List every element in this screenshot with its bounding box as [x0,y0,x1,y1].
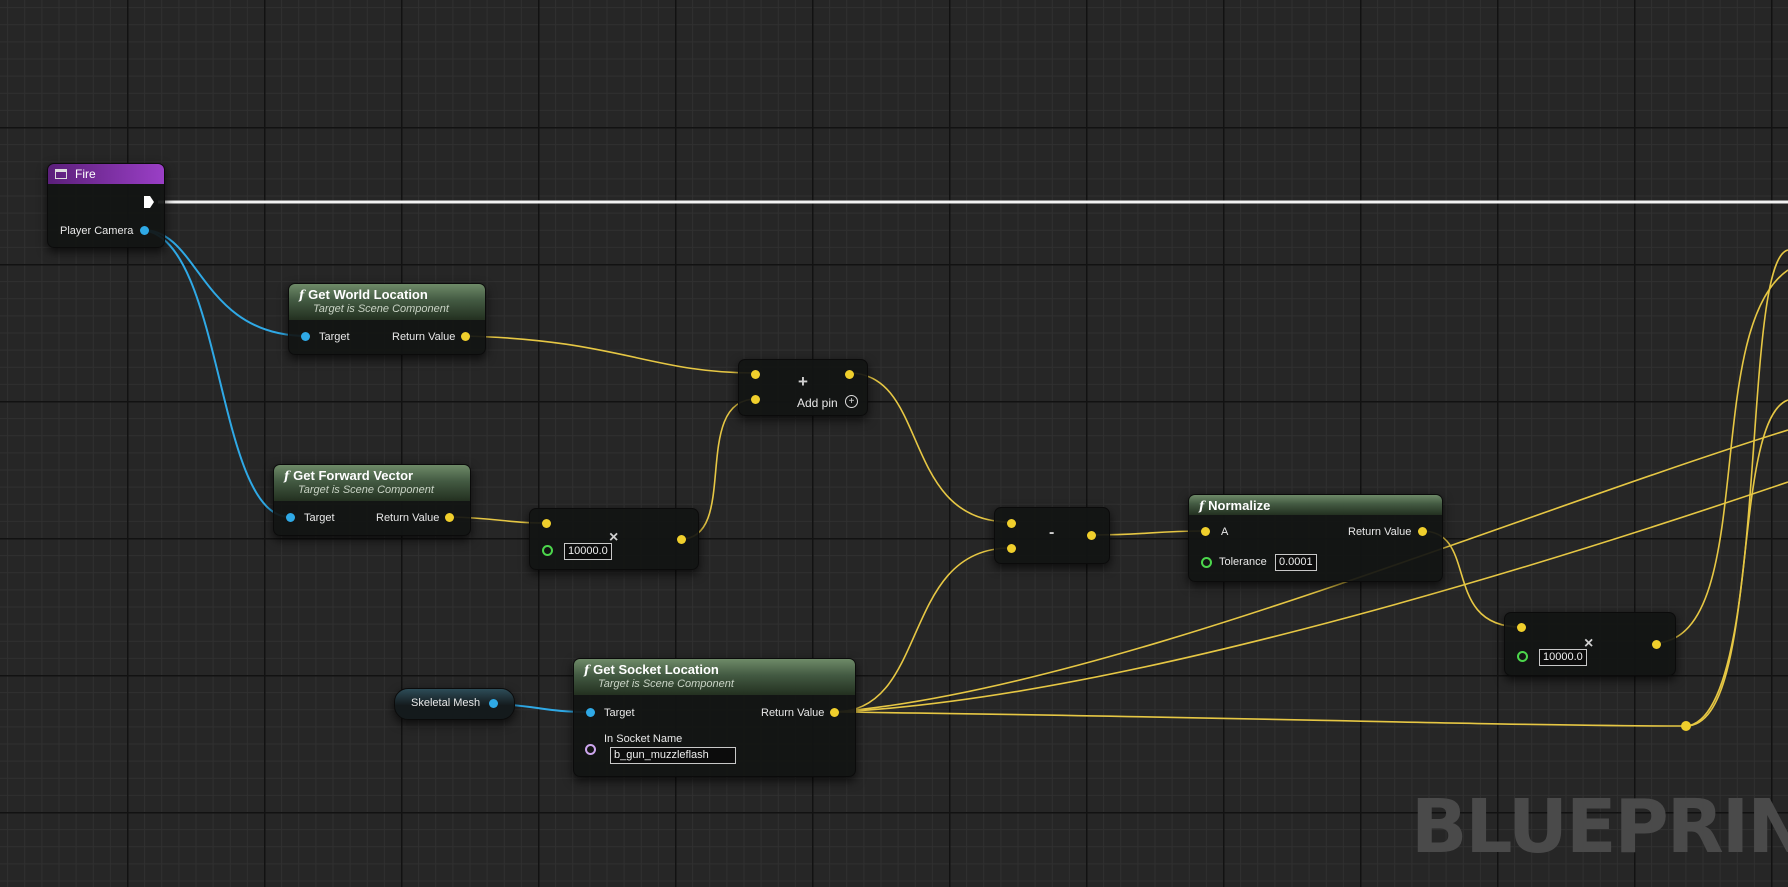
node-subtitle: Target is Scene Component [598,678,734,690]
node-title: Get World Location [308,287,428,302]
subtract-in-b-pin[interactable] [1007,544,1016,553]
node-title: Get Forward Vector [293,468,414,483]
get-socket-location-node[interactable]: f Get Socket Location Target is Scene Com… [573,658,856,777]
wire-world-location-to-add [464,335,756,374]
node-header: f Get Forward Vector Target is Scene Comp… [274,465,470,501]
add-symbol: + [798,372,808,391]
player-camera-label: Player Camera [60,225,134,237]
multiply-node[interactable]: × 10000.0 [529,508,699,570]
return-value-pin[interactable] [1418,527,1427,536]
return-value-pin[interactable] [445,513,454,522]
socket-name-label: In Socket Name [604,733,683,745]
target-label: Target [319,331,350,343]
wire-layer [142,200,1788,731]
multiplier-value-field[interactable]: 10000.0 [564,543,612,560]
node-title: Get Socket Location [593,662,719,677]
float-in-pin[interactable] [542,545,553,556]
target-label: Target [604,707,635,719]
subtract-node[interactable]: - [994,507,1110,564]
float-in-pin[interactable] [1517,651,1528,662]
wire-reroute-out [1685,399,1788,727]
tolerance-pin[interactable] [1201,557,1212,568]
multiply-node-2[interactable]: × 10000.0 [1504,612,1676,676]
a-label: A [1221,526,1229,538]
add-in-b-pin[interactable] [751,395,760,404]
wire-multiply2-out [1654,269,1788,644]
socket-name-pin[interactable] [585,744,596,755]
function-icon: f [299,288,305,302]
node-subtitle: Target is Scene Component [298,484,434,496]
return-value-label: Return Value [376,512,440,524]
exec-out-pin[interactable] [144,196,154,208]
add-pin-label[interactable]: Add pin [797,396,838,410]
player-camera-pin[interactable] [140,226,149,235]
wire-add-to-subtract [848,372,1011,523]
add-pin-icon[interactable]: + [845,395,858,408]
subtract-symbol: - [1049,524,1055,541]
function-icon: f [1199,499,1205,513]
vector-in-pin[interactable] [1517,623,1526,632]
event-icon [55,169,67,179]
return-value-label: Return Value [761,707,825,719]
vector-out-pin[interactable] [677,535,686,544]
skeletal-mesh-out-pin[interactable] [489,699,498,708]
wire-camera-to-world-location [142,229,308,337]
wire-socket-to-subtract [834,547,1011,713]
node-header: f Get Socket Location Target is Scene Com… [574,659,855,695]
multiplier-value-field[interactable]: 10000.0 [1539,649,1587,666]
target-pin[interactable] [586,708,595,717]
subtract-in-a-pin[interactable] [1007,519,1016,528]
add-in-a-pin[interactable] [751,370,760,379]
node-title: Normalize [1208,498,1271,513]
node-header: f Normalize [1189,495,1442,515]
fire-event-header: Fire [48,164,164,184]
function-icon: f [284,469,290,483]
blueprint-watermark: BLUEPRINT [1411,784,1788,870]
get-world-location-node[interactable]: f Get World Location Target is Scene Comp… [288,283,486,355]
vector-out-pin[interactable] [1652,640,1661,649]
reroute-knot[interactable] [1681,721,1691,731]
skeletal-mesh-variable-node[interactable]: Skeletal Mesh [394,688,515,720]
tolerance-label: Tolerance [1219,556,1267,568]
fire-event-node[interactable]: Fire Player Camera [47,163,165,248]
return-value-pin[interactable] [461,332,470,341]
socket-name-field[interactable]: b_gun_muzzleflash [610,747,736,764]
target-pin[interactable] [286,513,295,522]
fire-event-title: Fire [75,167,96,181]
return-value-label: Return Value [1348,526,1412,538]
return-value-label: Return Value [392,331,456,343]
skeletal-mesh-label: Skeletal Mesh [411,697,481,709]
target-pin[interactable] [301,332,310,341]
function-icon: f [584,663,590,677]
wire-socket-out-c [834,711,1687,727]
subtract-out-pin[interactable] [1087,531,1096,540]
wire-camera-to-forward-vector [142,229,292,519]
vector-in-pin[interactable] [542,519,551,528]
node-header: f Get World Location Target is Scene Comp… [289,284,485,320]
node-subtitle: Target is Scene Component [313,303,449,315]
normalize-node[interactable]: f Normalize A Return Value Tolerance 0.00… [1188,494,1443,582]
target-label: Target [304,512,335,524]
add-node[interactable]: + Add pin + [738,359,868,416]
tolerance-value-field[interactable]: 0.0001 [1275,554,1317,571]
get-forward-vector-node[interactable]: f Get Forward Vector Target is Scene Comp… [273,464,471,536]
a-in-pin[interactable] [1201,527,1210,536]
add-out-pin[interactable] [845,370,854,379]
return-value-pin[interactable] [830,708,839,717]
